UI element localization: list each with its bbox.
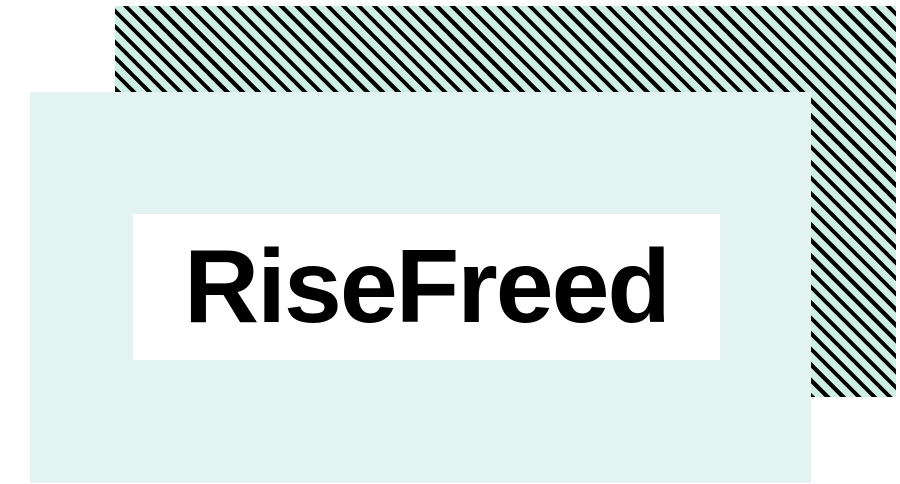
logo-title: RiseFreed xyxy=(184,229,671,345)
logo-title-box: RiseFreed xyxy=(133,214,720,360)
page: { "logo": { "text": "RiseFreed" }, "colo… xyxy=(0,0,900,484)
